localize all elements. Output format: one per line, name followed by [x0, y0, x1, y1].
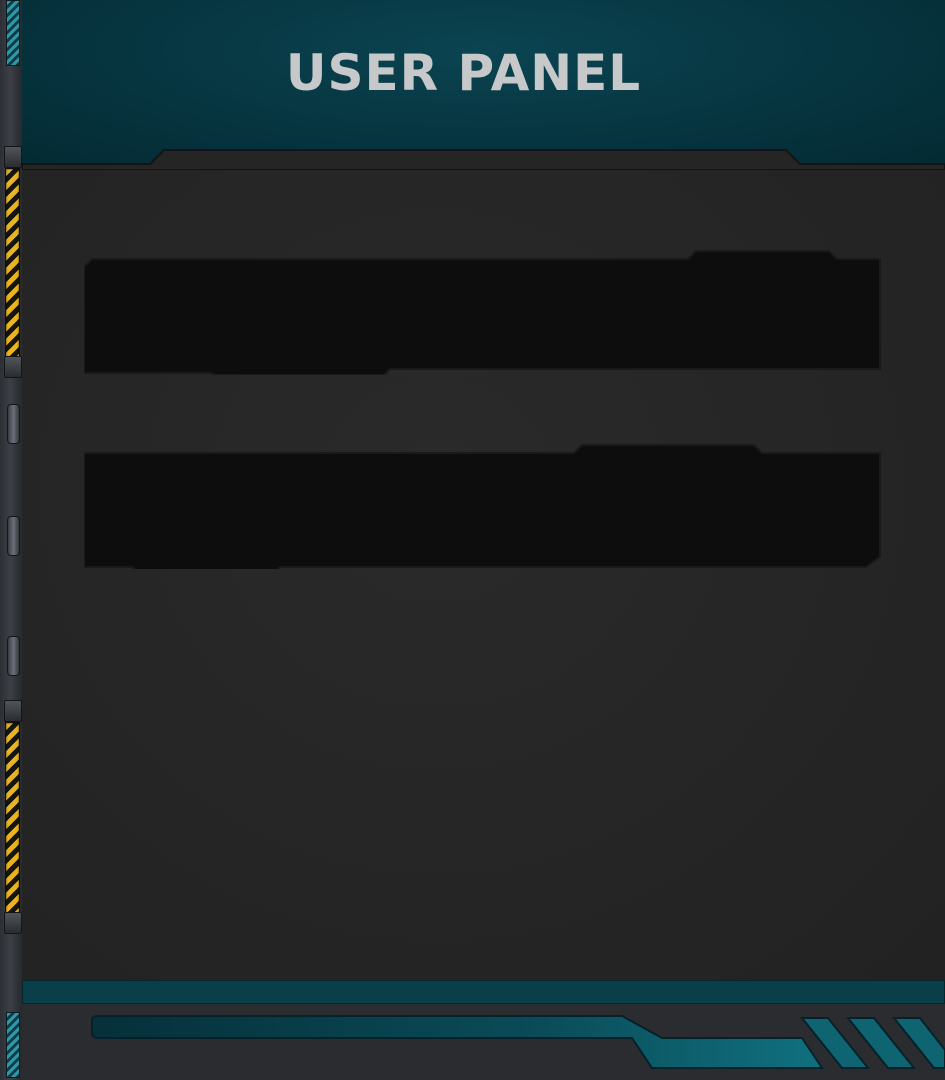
rail-bracket: [4, 146, 22, 168]
rail-bracket: [4, 700, 22, 722]
username-input[interactable]: [104, 272, 862, 353]
rail-cap-bottom: [6, 1012, 20, 1078]
rail-bracket: [4, 912, 22, 934]
left-rail: [0, 0, 24, 1080]
user-panel: USER PANEL: [0, 0, 945, 1080]
hazard-stripe-bottom: [5, 722, 20, 914]
rail-bracket: [4, 356, 22, 378]
body-top-notch: [22, 149, 945, 170]
hazard-stripe-top: [5, 168, 20, 358]
password-field[interactable]: [84, 444, 882, 569]
username-field[interactable]: [84, 250, 882, 375]
rail-cap-top: [6, 0, 20, 66]
footer-decoration: [22, 980, 945, 1080]
rail-knob: [7, 404, 20, 444]
panel-header: USER PANEL: [22, 0, 945, 166]
panel-body: [22, 149, 945, 980]
rail-knob: [7, 516, 20, 556]
password-input[interactable]: [104, 466, 862, 547]
panel-title: USER PANEL: [285, 44, 642, 102]
rail-knob: [7, 636, 20, 676]
panel-footer: [22, 980, 945, 1080]
